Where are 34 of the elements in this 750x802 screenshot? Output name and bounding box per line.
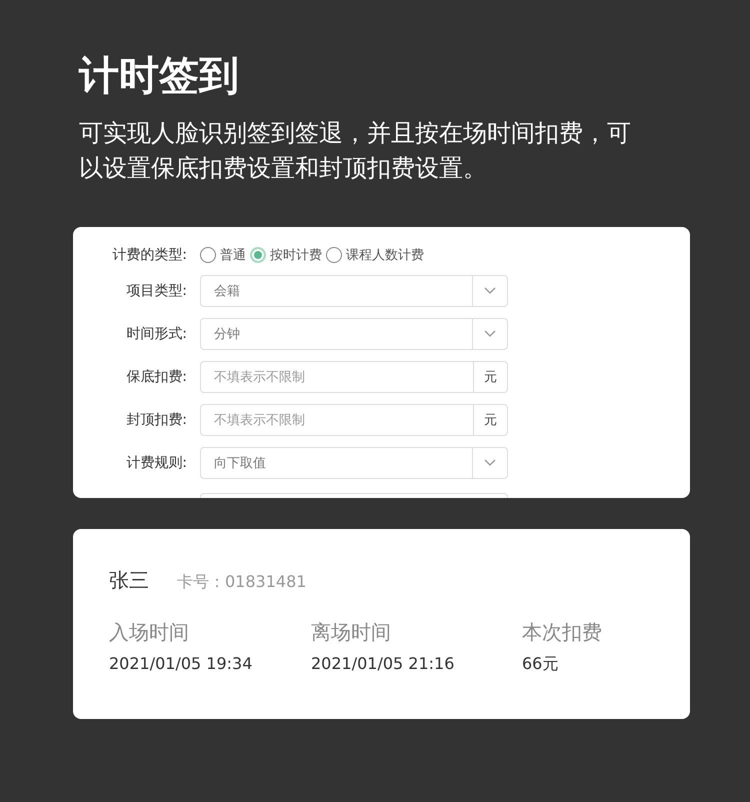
input-field[interactable]: 不填表示不限制 xyxy=(201,405,473,435)
field-label: 项目类型: xyxy=(125,282,187,300)
card-number: 卡号：01831481 xyxy=(177,572,306,593)
column-value: 2021/01/05 19:34 xyxy=(109,654,254,673)
field-label: 时间形式: xyxy=(125,325,187,343)
column-label: 本次扣费 xyxy=(522,619,602,646)
select-field[interactable]: 分钟 xyxy=(200,318,508,350)
input-field[interactable]: 不填表示不限制 xyxy=(201,362,473,392)
radio-option[interactable]: 课程人数计费 xyxy=(326,246,424,264)
column-label: 入场时间 xyxy=(109,619,190,646)
column-value: 2021/01/05 21:16 xyxy=(311,654,456,673)
page-title: 计时签到 xyxy=(79,52,240,101)
unit-label: 元 xyxy=(473,362,507,392)
person-name: 张三 xyxy=(109,567,149,594)
radio-icon[interactable] xyxy=(326,247,342,263)
unit-label: 元 xyxy=(473,405,507,435)
chevron-down-icon xyxy=(484,287,496,295)
unit-input-field[interactable]: 不填表示不限制 元 xyxy=(200,361,508,393)
select-field[interactable]: 向下取值 xyxy=(200,447,508,479)
unit-input-field[interactable]: 不填表示不限制 元 xyxy=(200,404,508,436)
field-label: 计费的类型: xyxy=(111,246,187,264)
field-label: 封顶扣费: xyxy=(125,411,187,429)
field-label: 保底扣费: xyxy=(125,368,187,386)
radio-icon[interactable] xyxy=(250,247,266,263)
radio-option[interactable]: 普通 xyxy=(200,246,246,264)
radio-option[interactable]: 按时计费 xyxy=(250,246,322,264)
select-field[interactable]: 会籍 xyxy=(200,275,508,307)
column-label: 离场时间 xyxy=(311,619,392,646)
column-value: 66元 xyxy=(522,654,560,675)
chevron-down-icon xyxy=(484,459,496,467)
radio-icon[interactable] xyxy=(200,247,216,263)
chevron-down-icon xyxy=(484,330,496,338)
field-label: 计费规则: xyxy=(125,454,187,472)
description: 可实现人脸识别签到签退，并且按在场时间扣费，可以设置保底扣费设置和封顶扣费设置。 xyxy=(79,118,632,184)
